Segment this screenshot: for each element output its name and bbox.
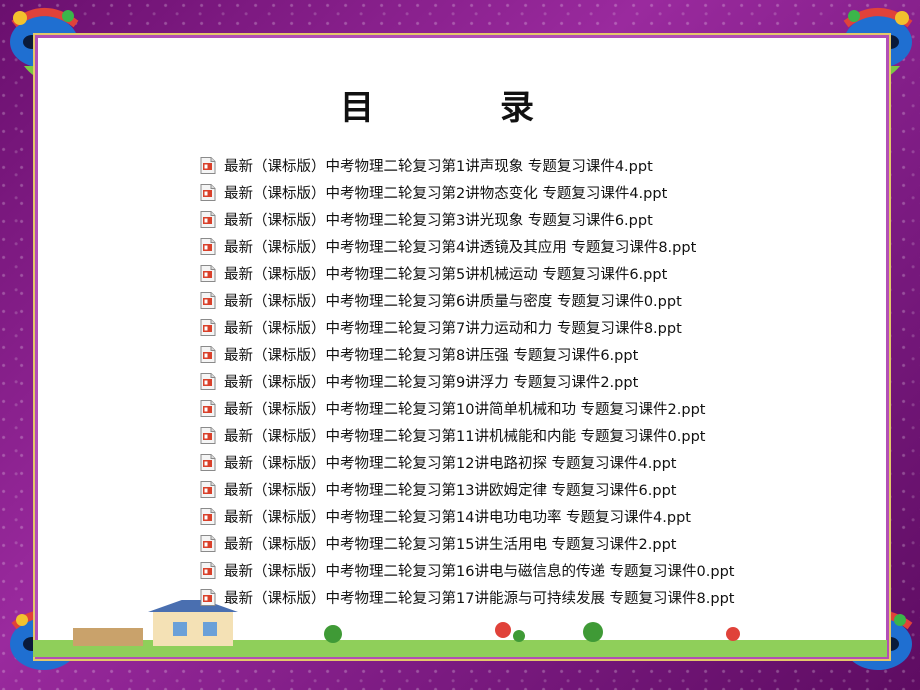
file-list-item[interactable]: 最新（课标版）中考物理二轮复习第15讲生活用电 专题复习课件2.ppt — [200, 530, 860, 557]
file-list-item[interactable]: 最新（课标版）中考物理二轮复习第10讲简单机械和功 专题复习课件2.ppt — [200, 395, 860, 422]
file-list-item[interactable]: 最新（课标版）中考物理二轮复习第1讲声现象 专题复习课件4.ppt — [200, 152, 860, 179]
ppt-file-icon — [200, 346, 216, 363]
ppt-file-icon — [200, 373, 216, 390]
file-name: 最新（课标版）中考物理二轮复习第13讲欧姆定律 专题复习课件6.ppt — [224, 483, 677, 499]
ppt-file-icon — [200, 157, 216, 174]
file-name: 最新（课标版）中考物理二轮复习第5讲机械运动 专题复习课件6.ppt — [224, 267, 668, 283]
file-name: 最新（课标版）中考物理二轮复习第10讲简单机械和功 专题复习课件2.ppt — [224, 402, 706, 418]
ppt-file-icon — [200, 508, 216, 525]
file-list-item[interactable]: 最新（课标版）中考物理二轮复习第14讲电功电功率 专题复习课件4.ppt — [200, 503, 860, 530]
file-name: 最新（课标版）中考物理二轮复习第17讲能源与可持续发展 专题复习课件8.ppt — [224, 591, 735, 607]
ppt-file-icon — [200, 319, 216, 336]
ppt-file-icon — [200, 535, 216, 552]
ppt-file-icon — [200, 292, 216, 309]
ppt-file-icon — [200, 211, 216, 228]
ppt-file-icon — [200, 562, 216, 579]
file-name: 最新（课标版）中考物理二轮复习第15讲生活用电 专题复习课件2.ppt — [224, 537, 677, 553]
file-list-item[interactable]: 最新（课标版）中考物理二轮复习第11讲机械能和内能 专题复习课件0.ppt — [200, 422, 860, 449]
file-name: 最新（课标版）中考物理二轮复习第9讲浮力 专题复习课件2.ppt — [224, 375, 639, 391]
ppt-file-icon — [200, 238, 216, 255]
file-list-item[interactable]: 最新（课标版）中考物理二轮复习第3讲光现象 专题复习课件6.ppt — [200, 206, 860, 233]
file-name: 最新（课标版）中考物理二轮复习第8讲压强 专题复习课件6.ppt — [224, 348, 639, 364]
file-name: 最新（课标版）中考物理二轮复习第7讲力运动和力 专题复习课件8.ppt — [224, 321, 682, 337]
file-list-item[interactable]: 最新（课标版）中考物理二轮复习第17讲能源与可持续发展 专题复习课件8.ppt — [200, 584, 860, 611]
file-name: 最新（课标版）中考物理二轮复习第16讲电与磁信息的传递 专题复习课件0.ppt — [224, 564, 735, 580]
file-list-item[interactable]: 最新（课标版）中考物理二轮复习第5讲机械运动 专题复习课件6.ppt — [200, 260, 860, 287]
file-list-item[interactable]: 最新（课标版）中考物理二轮复习第16讲电与磁信息的传递 专题复习课件0.ppt — [200, 557, 860, 584]
file-list-item[interactable]: 最新（课标版）中考物理二轮复习第6讲质量与密度 专题复习课件0.ppt — [200, 287, 860, 314]
file-name: 最新（课标版）中考物理二轮复习第1讲声现象 专题复习课件4.ppt — [224, 159, 653, 175]
ppt-file-icon — [200, 427, 216, 444]
file-name: 最新（课标版）中考物理二轮复习第3讲光现象 专题复习课件6.ppt — [224, 213, 653, 229]
file-list-item[interactable]: 最新（课标版）中考物理二轮复习第7讲力运动和力 专题复习课件8.ppt — [200, 314, 860, 341]
ppt-file-icon — [200, 265, 216, 282]
ppt-file-icon — [200, 454, 216, 471]
file-name: 最新（课标版）中考物理二轮复习第14讲电功电功率 专题复习课件4.ppt — [224, 510, 691, 526]
file-list-item[interactable]: 最新（课标版）中考物理二轮复习第9讲浮力 专题复习课件2.ppt — [200, 368, 860, 395]
file-list-item[interactable]: 最新（课标版）中考物理二轮复习第12讲电路初探 专题复习课件4.ppt — [200, 449, 860, 476]
file-list-item[interactable]: 最新（课标版）中考物理二轮复习第2讲物态变化 专题复习课件4.ppt — [200, 179, 860, 206]
file-list: 最新（课标版）中考物理二轮复习第1讲声现象 专题复习课件4.ppt 最新（课标版）… — [200, 152, 860, 611]
file-name: 最新（课标版）中考物理二轮复习第4讲透镜及其应用 专题复习课件8.ppt — [224, 240, 697, 256]
ppt-file-icon — [200, 481, 216, 498]
ppt-file-icon — [200, 400, 216, 417]
file-list-item[interactable]: 最新（课标版）中考物理二轮复习第4讲透镜及其应用 专题复习课件8.ppt — [200, 233, 860, 260]
ppt-file-icon — [200, 184, 216, 201]
file-name: 最新（课标版）中考物理二轮复习第6讲质量与密度 专题复习课件0.ppt — [224, 294, 682, 310]
page-title: 目 录 — [340, 88, 580, 128]
ppt-file-icon — [200, 589, 216, 606]
file-list-item[interactable]: 最新（课标版）中考物理二轮复习第8讲压强 专题复习课件6.ppt — [200, 341, 860, 368]
file-list-item[interactable]: 最新（课标版）中考物理二轮复习第13讲欧姆定律 专题复习课件6.ppt — [200, 476, 860, 503]
file-name: 最新（课标版）中考物理二轮复习第2讲物态变化 专题复习课件4.ppt — [224, 186, 668, 202]
file-name: 最新（课标版）中考物理二轮复习第12讲电路初探 专题复习课件4.ppt — [224, 456, 677, 472]
file-name: 最新（课标版）中考物理二轮复习第11讲机械能和内能 专题复习课件0.ppt — [224, 429, 706, 445]
